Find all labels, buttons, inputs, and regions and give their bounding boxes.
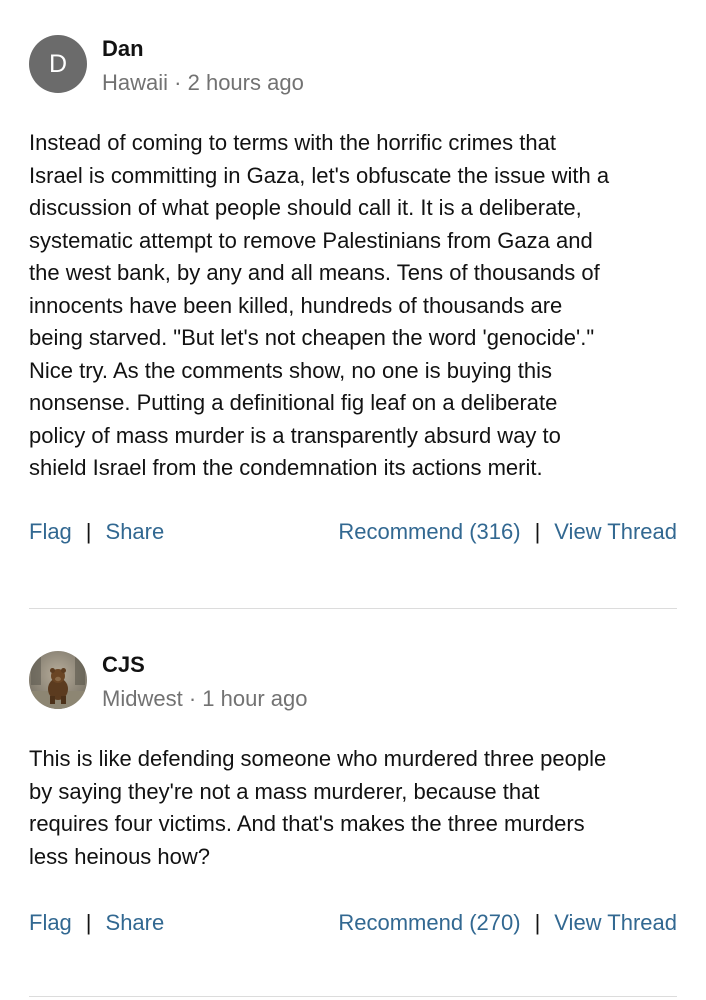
comment-item: D Dan Hawaii · 2 hours ago Instead of co… xyxy=(29,35,677,548)
bear-photo-icon xyxy=(29,651,87,709)
action-separator: | xyxy=(85,910,92,935)
action-separator: | xyxy=(534,518,541,544)
action-separator: | xyxy=(534,910,541,935)
comment-text-line: systematic attempt to remove Palestinian… xyxy=(29,227,593,253)
comment-header: CJS Midwest · 1 hour ago xyxy=(29,651,677,721)
author-name[interactable]: Dan xyxy=(102,35,144,63)
meta-separator: · xyxy=(174,70,182,95)
comment-text-line: policy of mass murder is a transparently… xyxy=(29,422,561,448)
flag-button[interactable]: Flag xyxy=(29,519,72,544)
author-meta: Hawaii · 2 hours ago xyxy=(102,69,304,97)
comment-text-line: the west bank, by any and all means. Ten… xyxy=(29,260,600,285)
view-thread-button[interactable]: View Thread xyxy=(554,910,677,935)
comment-timestamp: 2 hours ago xyxy=(187,70,304,95)
comment-text-line: nonsense. Putting a definitional fig lea… xyxy=(29,390,558,415)
avatar[interactable]: D xyxy=(29,35,87,93)
comment-text-line: discussion of what people should call it… xyxy=(29,195,582,220)
comment-actions-left: Flag | Share xyxy=(29,907,164,939)
bear-photo-avatar[interactable] xyxy=(29,651,87,709)
recommend-button[interactable]: Recommend (316) xyxy=(338,519,520,544)
comment-text-line: innocents have been killed, hundreds of … xyxy=(29,292,563,318)
author-meta: Midwest · 1 hour ago xyxy=(102,685,307,713)
comment-divider xyxy=(29,996,677,997)
comment-text-line: Nice try. As the comments show, no one i… xyxy=(29,357,552,383)
comment-text-line: This is like defending someone who murde… xyxy=(29,746,607,771)
comment-divider xyxy=(29,608,677,609)
comment-text-line: Israel is committing in Gaza, let's obfu… xyxy=(29,162,610,188)
author-location: Hawaii xyxy=(102,70,169,95)
comment-header: D Dan Hawaii · 2 hours ago xyxy=(29,35,677,105)
comment-body: This is like defending someone who murde… xyxy=(29,743,677,873)
meta-separator: · xyxy=(188,686,197,711)
share-button[interactable]: Share xyxy=(106,519,165,544)
comment-actions-right: Recommend (316) | View Thread xyxy=(338,516,677,548)
view-thread-button[interactable]: View Thread xyxy=(554,519,677,544)
comment-actions: Flag | Share Recommend (270) | View Thread xyxy=(29,907,677,939)
comment-text-line: requires four victims. And that's makes … xyxy=(29,811,585,836)
comment-text-line: shield Israel from the condemnation its … xyxy=(29,455,543,480)
flag-button[interactable]: Flag xyxy=(29,910,72,935)
author-location: Midwest xyxy=(102,686,183,711)
share-button[interactable]: Share xyxy=(106,910,165,935)
comment-text-line: being starved. "But let's not cheapen th… xyxy=(29,325,595,350)
comment-text-line: less heinous how? xyxy=(29,843,211,869)
comment-body: Instead of coming to terms with the horr… xyxy=(29,127,677,485)
action-separator: | xyxy=(85,518,92,544)
comment-text-line: by saying they're not a mass murderer, b… xyxy=(29,778,540,804)
comment-actions-left: Flag | Share xyxy=(29,516,164,548)
author-name[interactable]: CJS xyxy=(102,651,145,679)
comment-text-line: Instead of coming to terms with the horr… xyxy=(29,130,556,155)
comment-actions: Flag | Share Recommend (316) | View Thread xyxy=(29,516,677,548)
comment-actions-right: Recommend (270) | View Thread xyxy=(338,907,677,939)
comment-item: CJS Midwest · 1 hour ago This is like de… xyxy=(29,651,677,939)
comment-timestamp: 1 hour ago xyxy=(202,686,308,711)
recommend-button[interactable]: Recommend (270) xyxy=(338,910,520,935)
